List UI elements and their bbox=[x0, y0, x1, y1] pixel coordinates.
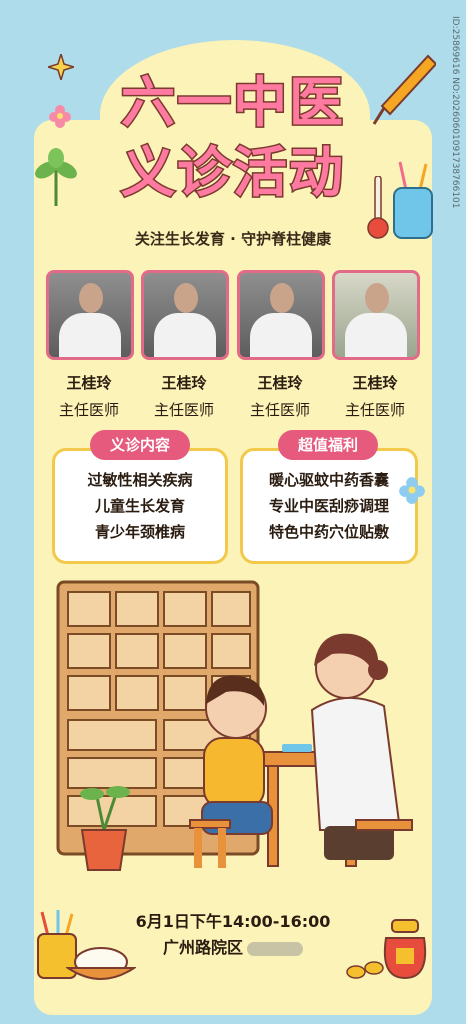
doctor-card: 王桂玲 主任医师 bbox=[332, 270, 420, 420]
doctor-card: 王桂玲 主任医师 bbox=[237, 270, 325, 420]
title-line-2: 义诊活动 bbox=[120, 140, 345, 206]
benefit-item: 专业中医刮痧调理 bbox=[268, 497, 389, 515]
flower-icon bbox=[399, 477, 425, 504]
benefits-box: 暖心驱蚊中药香囊 专业中医刮痧调理 特色中药穴位贴敷 bbox=[240, 448, 418, 564]
title-line-1: 六一中医 bbox=[120, 70, 345, 136]
lucky-jar-icon bbox=[383, 919, 427, 980]
services-box: 过敏性相关疾病 儿童生长发育 青少年颈椎病 bbox=[52, 448, 228, 564]
benefit-item: 暖心驱蚊中药香囊 bbox=[268, 471, 389, 489]
doctor-name: 王桂玲 bbox=[66, 374, 112, 392]
service-item: 儿童生长发育 bbox=[94, 497, 185, 515]
doctor-name: 王桂玲 bbox=[161, 374, 207, 392]
poster: 六一中医 义诊活动 关注生长发育 · 守护脊柱健康 王桂玲 主任医师 王桂玲 主… bbox=[0, 0, 466, 1024]
benefits-label: 超值福利 bbox=[278, 430, 378, 460]
doctor-title: 主任医师 bbox=[58, 401, 119, 419]
doctor-title: 主任医师 bbox=[344, 401, 405, 419]
doctor-title: 主任医师 bbox=[153, 401, 214, 419]
image-id-watermark: ID:25869616 NO:20260601091738766101 bbox=[450, 16, 460, 209]
service-item: 过敏性相关疾病 bbox=[87, 471, 193, 489]
clinic-illustration bbox=[56, 580, 413, 871]
doctor-card: 王桂玲 主任医师 bbox=[141, 270, 229, 420]
doctor-photo bbox=[46, 270, 134, 360]
doctor-card: 王桂玲 主任医师 bbox=[46, 270, 134, 420]
coins-icon bbox=[346, 961, 384, 979]
subtitle: 关注生长发育 · 守护脊柱健康 bbox=[134, 230, 332, 248]
address-redacted bbox=[247, 941, 303, 956]
doctor-title: 主任医师 bbox=[249, 401, 310, 419]
doctor-photo bbox=[141, 270, 229, 360]
event-location-text: 广州路院区 bbox=[162, 938, 243, 957]
herb-bowl-icon bbox=[66, 947, 136, 980]
doctor-name: 王桂玲 bbox=[257, 374, 303, 392]
doctor-name: 王桂玲 bbox=[352, 374, 398, 392]
doctor-photo bbox=[237, 270, 325, 360]
benefit-item: 特色中药穴位贴敷 bbox=[268, 523, 389, 541]
doctor-photo bbox=[332, 270, 420, 360]
services-label: 义诊内容 bbox=[90, 430, 190, 460]
service-item: 青少年颈椎病 bbox=[94, 523, 185, 541]
